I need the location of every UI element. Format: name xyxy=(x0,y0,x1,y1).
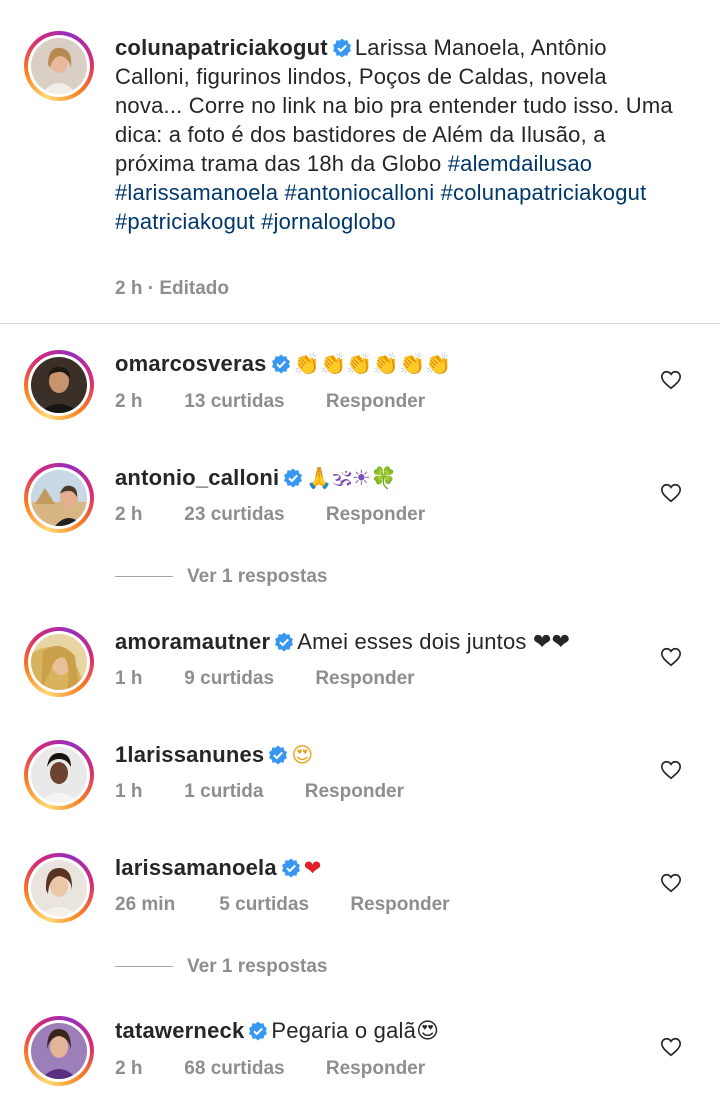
comment-time: 2 h xyxy=(115,504,143,525)
comment-meta: 2 h 23 curtidas Responder xyxy=(115,504,425,526)
comment-avatar[interactable] xyxy=(24,627,94,697)
comment-time: 1 h xyxy=(115,668,143,689)
comment-username[interactable]: antonio_calloni xyxy=(115,465,279,490)
post-meta: 2 h · Editado xyxy=(115,278,229,300)
comment-text: tatawerneck Pegaria o galã😍 xyxy=(115,1016,439,1045)
comment-username[interactable]: omarcosveras xyxy=(115,351,267,376)
comment-text: omarcosveras 👏👏👏👏👏👏 xyxy=(115,349,452,379)
view-replies-label[interactable]: Ver 1 respostas xyxy=(187,566,327,587)
post-edited-label: · Editado xyxy=(147,278,230,299)
comment-body: Amei esses dois juntos ❤❤ xyxy=(297,629,571,654)
comment-likes[interactable]: 13 curtidas xyxy=(184,391,284,413)
comment-time: 26 min xyxy=(115,894,176,915)
divider xyxy=(0,323,720,324)
verified-badge-icon xyxy=(269,745,288,765)
comment-meta: 26 min 5 curtidas Responder xyxy=(115,894,450,916)
hashtag-link[interactable]: #alemdailusao xyxy=(448,151,592,176)
comment-time: 2 h xyxy=(115,391,143,412)
verified-badge-icon xyxy=(284,468,303,488)
comment-body: 😍 xyxy=(291,743,314,767)
hashtag-link[interactable]: #colunapatriciakogut xyxy=(441,180,647,205)
reply-button[interactable]: Responder xyxy=(326,1058,425,1080)
view-replies-button[interactable]: Ver 1 respostas xyxy=(115,956,327,978)
comment-body: 👏👏👏👏👏👏 xyxy=(293,352,452,376)
comment-likes[interactable]: 68 curtidas xyxy=(184,1058,284,1080)
post-author-avatar[interactable] xyxy=(24,31,94,101)
heart-outline-icon[interactable] xyxy=(660,1036,682,1058)
comment-username[interactable]: tatawerneck xyxy=(115,1018,244,1043)
heart-outline-icon[interactable] xyxy=(660,872,682,894)
comment-time: 1 h xyxy=(115,781,143,802)
heart-outline-icon[interactable] xyxy=(660,369,682,391)
heart-outline-icon[interactable] xyxy=(660,759,682,781)
replies-line xyxy=(115,576,173,578)
hashtag-link[interactable]: #larissamanoela xyxy=(115,180,278,205)
verified-badge-icon xyxy=(275,632,294,652)
comment-meta: 2 h 68 curtidas Responder xyxy=(115,1058,425,1080)
comment-meta: 2 h 13 curtidas Responder xyxy=(115,391,425,413)
verified-badge-icon xyxy=(332,38,351,58)
comment-likes[interactable]: 1 curtida xyxy=(184,781,263,803)
comment-body: Pegaria o galã😍 xyxy=(271,1018,440,1043)
comment-username[interactable]: amoramautner xyxy=(115,629,270,654)
comment-avatar[interactable] xyxy=(24,463,94,533)
comment-body: 🙏🕉☀🍀 xyxy=(306,466,398,490)
comment-text: 1larissanunes 😍 xyxy=(115,740,313,770)
view-replies-label[interactable]: Ver 1 respostas xyxy=(187,956,327,977)
heart-outline-icon[interactable] xyxy=(660,646,682,668)
hashtag-link[interactable]: #jornaloglobo xyxy=(261,209,396,234)
post-time: 2 h xyxy=(115,278,143,299)
comment-username[interactable]: larissamanoela xyxy=(115,855,277,880)
replies-line xyxy=(115,966,173,968)
hashtag-link[interactable]: #antoniocalloni xyxy=(285,180,435,205)
hashtag-link[interactable]: #patriciakogut xyxy=(115,209,255,234)
comment-likes[interactable]: 5 curtidas xyxy=(219,894,309,916)
comment-text: antonio_calloni 🙏🕉☀🍀 xyxy=(115,463,397,493)
comment-likes[interactable]: 9 curtidas xyxy=(184,668,274,690)
post-caption: colunapatriciakogut Larissa Manoela, Antô… xyxy=(115,33,675,236)
reply-button[interactable]: Responder xyxy=(350,894,449,916)
reply-button[interactable]: Responder xyxy=(326,504,425,526)
verified-badge-icon xyxy=(249,1021,268,1041)
verified-badge-icon xyxy=(281,858,300,878)
comment-avatar[interactable] xyxy=(24,740,94,810)
comment-time: 2 h xyxy=(115,1058,143,1079)
comment-username[interactable]: 1larissanunes xyxy=(115,742,264,767)
comment-meta: 1 h 9 curtidas Responder xyxy=(115,668,415,690)
comment-avatar[interactable] xyxy=(24,1016,94,1086)
reply-button[interactable]: Responder xyxy=(315,668,414,690)
comment-likes[interactable]: 23 curtidas xyxy=(184,504,284,526)
post-author-username[interactable]: colunapatriciakogut xyxy=(115,35,328,60)
comment-text: amoramautner Amei esses dois juntos ❤❤ xyxy=(115,627,570,656)
verified-badge-icon xyxy=(271,354,290,374)
comment-meta: 1 h 1 curtida Responder xyxy=(115,781,404,803)
heart-outline-icon[interactable] xyxy=(660,482,682,504)
comment-avatar[interactable] xyxy=(24,350,94,420)
view-replies-button[interactable]: Ver 1 respostas xyxy=(115,566,327,588)
reply-button[interactable]: Responder xyxy=(305,781,404,803)
comment-text: larissamanoela ❤ xyxy=(115,853,322,883)
comment-body: ❤ xyxy=(303,856,322,880)
comment-avatar[interactable] xyxy=(24,853,94,923)
reply-button[interactable]: Responder xyxy=(326,391,425,413)
